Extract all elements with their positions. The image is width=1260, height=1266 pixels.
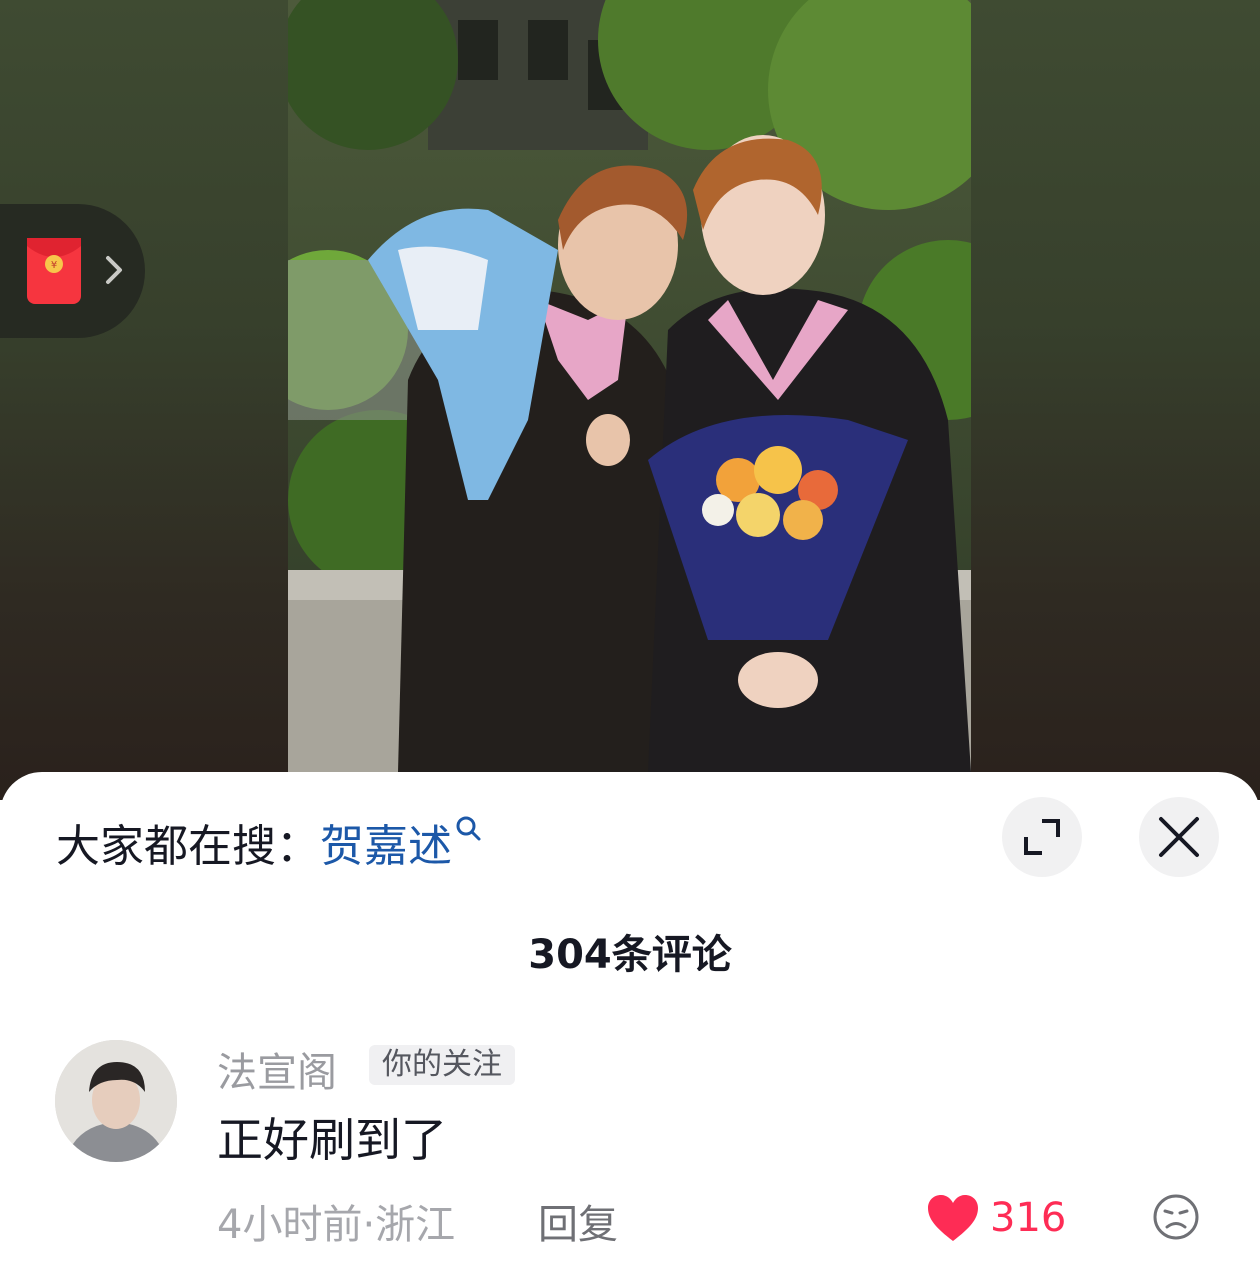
video-frame-photo[interactable] [288, 0, 971, 772]
comment-time-location: 4小时前·浙江 [217, 1202, 456, 1248]
search-icon [456, 816, 481, 841]
expand-icon [1024, 819, 1060, 855]
unhappy-face-icon[interactable] [1151, 1192, 1201, 1242]
like-count: 316 [990, 1195, 1067, 1241]
red-envelope-icon[interactable]: ¥ [27, 238, 81, 304]
video-background[interactable]: ¥ [0, 0, 1260, 800]
heart-icon [928, 1195, 978, 1241]
following-badge: 你的关注 [369, 1045, 515, 1085]
like-button[interactable]: 316 [926, 1190, 1066, 1246]
comment-count-title: 304条评论 [528, 932, 732, 978]
search-prefix-label: 大家都在搜： [56, 821, 320, 872]
avatar[interactable] [55, 1040, 177, 1162]
reply-button[interactable]: 回复 [538, 1192, 618, 1250]
expand-button[interactable] [1002, 797, 1082, 877]
search-term-link[interactable]: 贺嘉述 [320, 810, 452, 874]
svg-text:¥: ¥ [51, 260, 57, 271]
search-suggestion[interactable]: 大家都在搜： 贺嘉述 [56, 812, 484, 872]
avatar-illustration [55, 1040, 177, 1162]
comment-username[interactable]: 法宣阁 [217, 1040, 337, 1098]
chevron-right-icon [106, 256, 122, 284]
close-button[interactable] [1139, 797, 1219, 877]
photo-illustration [288, 0, 971, 772]
close-icon [1159, 817, 1199, 857]
comment-text[interactable]: 正好刷到了 [217, 1104, 447, 1170]
